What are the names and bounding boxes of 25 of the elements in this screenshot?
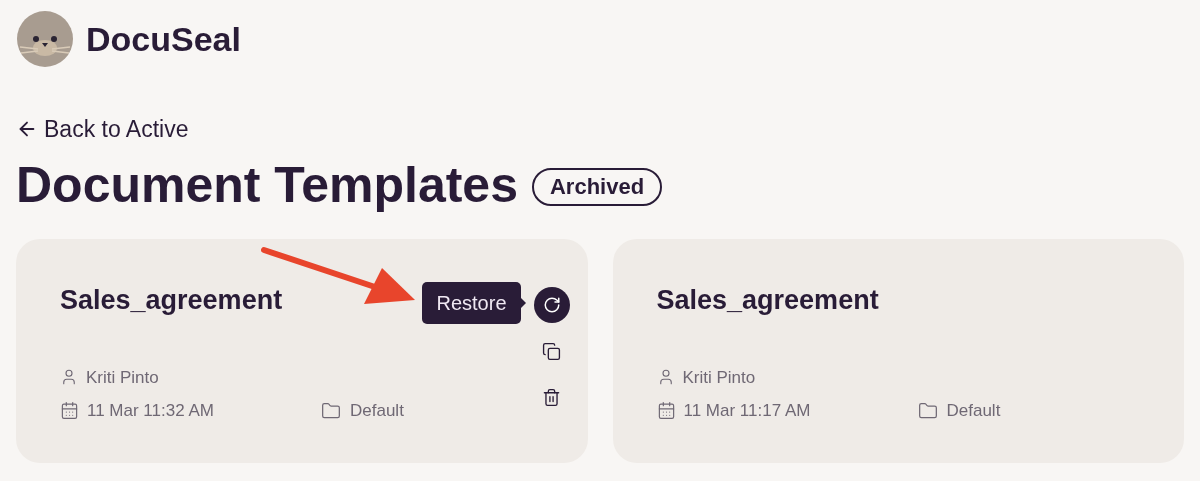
author-name: Kriti Pinto: [86, 366, 159, 389]
template-card[interactable]: Sales_agreement Kriti Pinto 11 Mar 11:32 AM Default Restore: [16, 238, 588, 463]
calendar-icon: [60, 401, 79, 421]
status-badge: Archived: [531, 167, 663, 206]
folder-icon: [321, 400, 341, 421]
created-date: 11 Mar 11:32 AM: [87, 400, 215, 422]
template-title: Sales_agreement: [656, 283, 879, 317]
restore-tooltip: Restore: [422, 281, 521, 324]
folder-icon: [917, 400, 938, 421]
author-name: Kriti Pinto: [682, 366, 756, 389]
restore-button[interactable]: [533, 286, 570, 323]
calendar-icon: [656, 401, 676, 421]
template-title: Sales_agreement: [60, 283, 283, 317]
seal-logo-icon: [16, 10, 74, 68]
created-date: 11 Mar 11:17 AM: [683, 400, 812, 422]
brand-name: DocuSeal: [86, 18, 241, 60]
user-icon: [60, 368, 78, 387]
page-title: Document Templates: [16, 155, 518, 215]
template-card[interactable]: Sales_agreement Kriti Pinto 11 Mar 11:17 AM Default: [612, 238, 1184, 463]
folder-name: Default: [946, 400, 1001, 422]
restore-icon: [542, 295, 561, 314]
trash-icon: [542, 388, 561, 407]
copy-icon: [542, 342, 561, 361]
folder-name: Default: [350, 400, 404, 422]
back-link[interactable]: Back to Active: [16, 112, 189, 147]
